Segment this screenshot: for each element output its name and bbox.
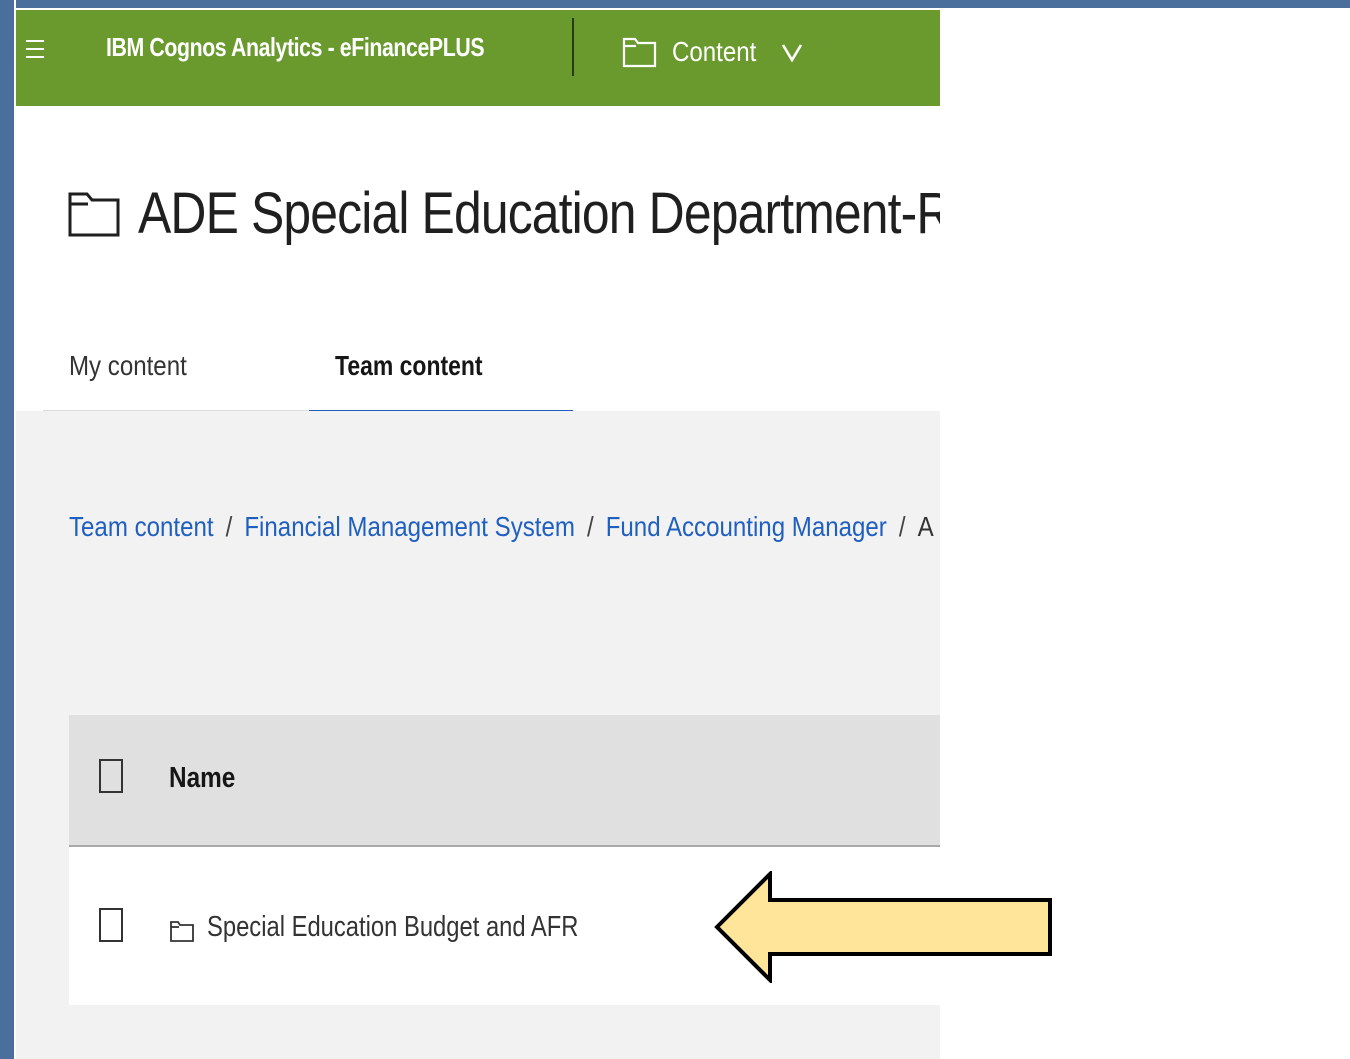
breadcrumb: Team content / Financial Management System… (69, 511, 934, 543)
tab-label: My content (69, 350, 187, 381)
column-header-name[interactable]: Name (169, 762, 235, 795)
table-header: Name (69, 715, 940, 847)
breadcrumb-current-truncated: A (917, 511, 934, 542)
content-tabs: My content Team content (43, 340, 940, 414)
breadcrumb-link-team-content[interactable]: Team content (69, 511, 214, 542)
app-title: IBM Cognos Analytics - eFinancePLUS (106, 32, 485, 62)
top-bar: IBM Cognos Analytics - eFinancePLUS Cont… (16, 10, 940, 106)
folder-icon (622, 37, 657, 68)
page-title: ADE Special Education Department-Re (138, 181, 940, 246)
breadcrumb-link-financial-management-system[interactable]: Financial Management System (244, 511, 575, 542)
tab-my-content[interactable]: My content (43, 340, 308, 414)
screenshot-frame-left (0, 0, 14, 1059)
content-switcher-label: Content (672, 36, 757, 67)
tab-team-content[interactable]: Team content (309, 340, 573, 414)
breadcrumb-separator: / (898, 511, 906, 542)
chevron-down-icon (781, 44, 803, 63)
page-title-row: ADE Special Education Department-Re (66, 180, 940, 247)
screenshot-frame-top (0, 0, 1350, 8)
tab-label: Team content (335, 350, 483, 381)
row-checkbox[interactable] (99, 908, 123, 942)
content-switcher-button[interactable]: Content (622, 32, 804, 72)
select-all-checkbox[interactable] (99, 759, 123, 793)
hamburger-menu-icon[interactable] (26, 34, 52, 64)
folder-icon (170, 921, 194, 942)
topbar-divider (572, 18, 574, 76)
breadcrumb-separator: / (586, 511, 594, 542)
annotation-arrow-icon (714, 871, 1052, 983)
row-item-name[interactable]: Special Education Budget and AFR (207, 911, 578, 944)
breadcrumb-separator: / (225, 511, 233, 542)
folder-icon (68, 192, 120, 236)
breadcrumb-link-fund-accounting-manager[interactable]: Fund Accounting Manager (606, 511, 887, 542)
